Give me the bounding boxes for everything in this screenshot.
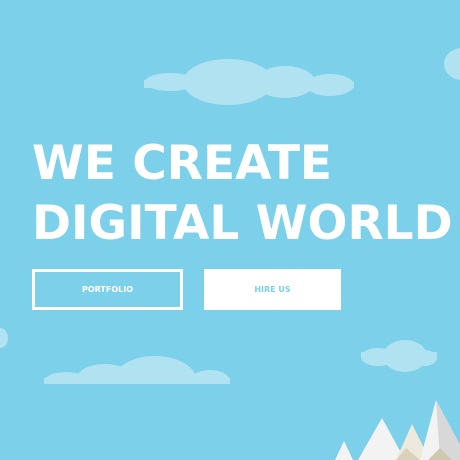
- hire-us-button[interactable]: HIRE US: [204, 269, 341, 310]
- cloud-edge-right: [444, 48, 460, 80]
- cloud-top: [144, 59, 354, 105]
- cloud-right: [361, 340, 437, 372]
- hero-heading: WE CREATE DIGITAL WORLD: [32, 134, 453, 254]
- cloud-edge-left: [0, 328, 8, 348]
- hero-line-1: WE CREATE: [32, 136, 332, 191]
- portfolio-button[interactable]: PORTFOLIO: [32, 269, 183, 310]
- hero-line-2: DIGITAL WORLD: [32, 196, 453, 251]
